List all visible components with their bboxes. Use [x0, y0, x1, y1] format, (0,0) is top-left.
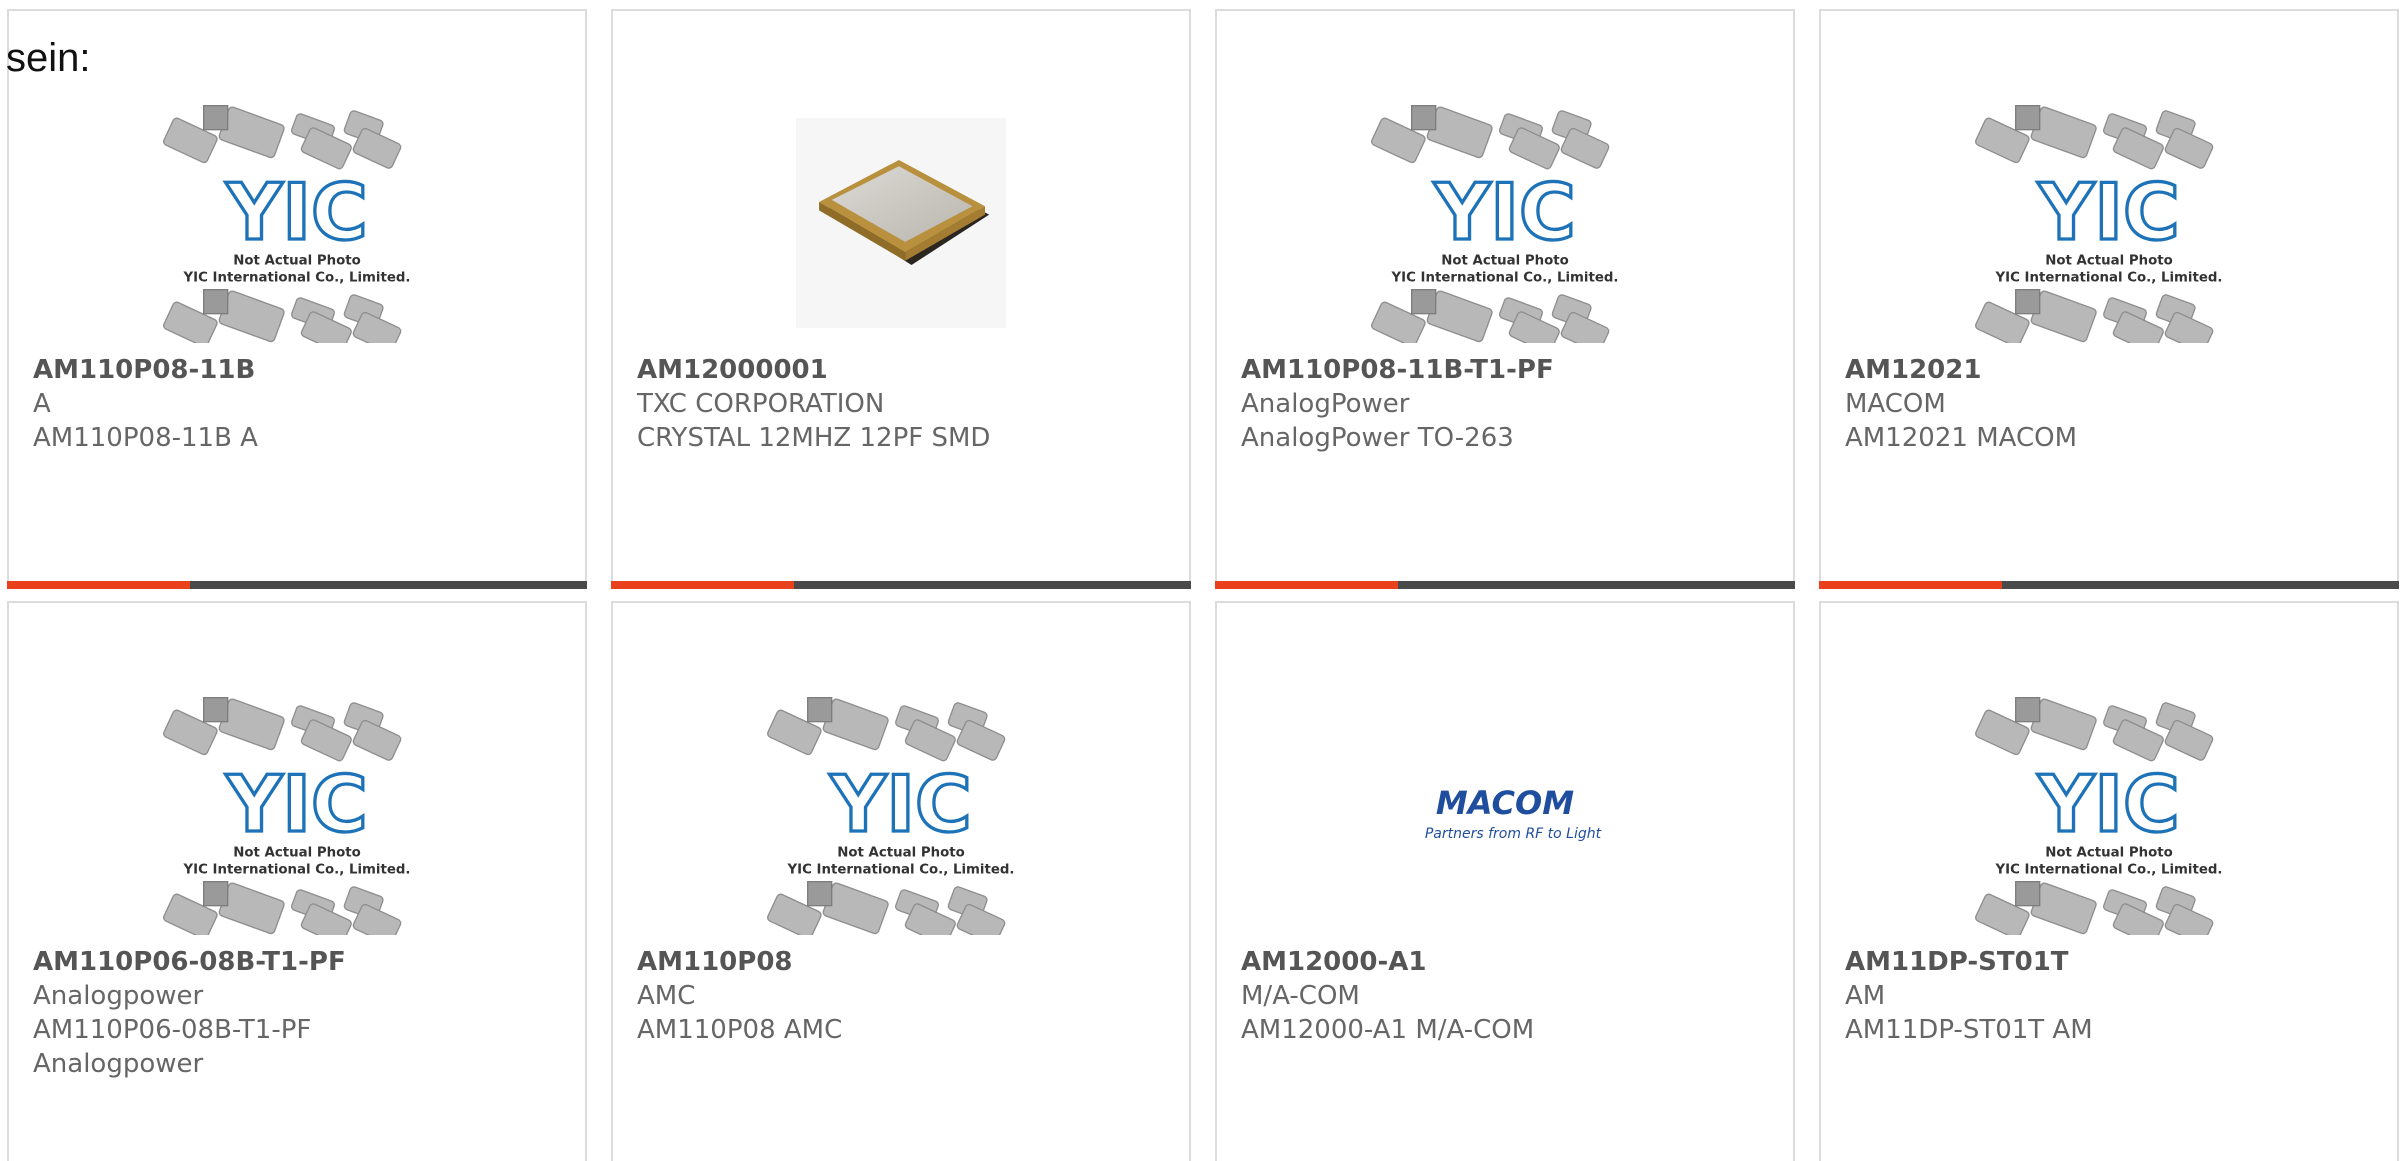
- product-part-number[interactable]: AM12021: [1845, 353, 2381, 387]
- product-description: CRYSTAL 12MHZ 12PF SMD: [637, 423, 991, 453]
- yic-company-label: YIC International Co., Limited.: [1391, 271, 1619, 286]
- bar-dark-segment: [794, 581, 1191, 589]
- not-actual-photo-label: Not Actual Photo: [233, 253, 361, 268]
- product-info: AM110P08 AMC AM110P08 AMC: [637, 945, 1173, 1047]
- product-manufacturer: M/A-COM: [1241, 981, 1360, 1011]
- crystal-photo: [796, 118, 1006, 328]
- product-image[interactable]: YIC Not Actual Photo YIC International Co.…: [1821, 685, 2397, 945]
- header-text: sein:: [6, 36, 91, 80]
- not-actual-photo-image: YICNot Actual Photo YIC International Co.…: [1371, 105, 1619, 343]
- bar-dark-segment: [1398, 581, 1795, 589]
- product-manufacturer: AM: [1845, 981, 1886, 1011]
- bar-accent-segment: [7, 581, 190, 589]
- product-manufacturer: AnalogPower: [1241, 389, 1410, 419]
- svg-text:MACOM: MACOM: [1436, 784, 1574, 822]
- product-manufacturer: AMC: [637, 981, 696, 1011]
- yic-company-label: YIC International Co., Limited.: [787, 863, 1015, 878]
- product-image[interactable]: YIC Not Actual Photo YIC International Co.…: [1217, 93, 1793, 353]
- product-image[interactable]: YIC Not Actual Photo YIC International Co.…: [9, 93, 585, 353]
- product-card[interactable]: YIC Not Actual Photo YIC International Co.…: [1819, 9, 2399, 589]
- yic-logo: YIC: [829, 760, 972, 850]
- product-manufacturer: MACOM: [1845, 389, 1946, 419]
- product-part-number[interactable]: AM110P08-11B: [33, 353, 569, 387]
- product-description-extra: Analogpower: [33, 1049, 204, 1079]
- product-info: AM12021 MACOM AM12021 MACOM: [1845, 353, 2381, 455]
- product-info: AM12000-A1 M/A-COM AM12000-A1 M/A-COM: [1241, 945, 1777, 1047]
- product-image[interactable]: YIC Not Actual Photo YIC International Co.…: [1821, 93, 2397, 353]
- bar-dark-segment: [190, 581, 587, 589]
- product-info: AM110P08-11B-T1-PF AnalogPower AnalogPower…: [1241, 353, 1777, 455]
- card-bottom-bar: [1215, 581, 1795, 589]
- product-part-number[interactable]: AM110P08: [637, 945, 1173, 979]
- product-grid-page: sein: YIC Not Actual Photo YIC Internation…: [0, 0, 2400, 1161]
- yic-company-label: YIC International Co., Limited.: [1995, 863, 2223, 878]
- product-image[interactable]: MACOM Partners from RF to Light: [1217, 685, 1793, 945]
- product-image[interactable]: YIC Not Actual Photo YIC International Co.…: [9, 685, 585, 945]
- card-bottom-bar: [7, 581, 587, 589]
- yic-company-label: YIC International Co., Limited.: [1995, 271, 2223, 286]
- not-actual-photo-image: YICNot Actual Photo YIC International Co.…: [1975, 105, 2223, 343]
- product-part-number[interactable]: AM11DP-ST01T: [1845, 945, 2381, 979]
- not-actual-photo-image: YICNot Actual Photo YIC International Co.…: [767, 697, 1015, 935]
- product-manufacturer: Analogpower: [33, 981, 204, 1011]
- product-card[interactable]: YIC Not Actual Photo YIC International Co.…: [7, 601, 587, 1161]
- yic-company-label: YIC International Co., Limited.: [183, 271, 411, 286]
- product-card[interactable]: AM12000001 TXC CORPORATION CRYSTAL 12MHZ 1…: [611, 9, 1191, 589]
- product-description: AnalogPower TO-263: [1241, 423, 1514, 453]
- product-card[interactable]: YIC Not Actual Photo YIC International Co.…: [1215, 9, 1795, 589]
- product-description: AM110P06-08B-T1-PF: [33, 1015, 312, 1045]
- product-info: AM11DP-ST01T AM AM11DP-ST01T AM: [1845, 945, 2381, 1047]
- product-info: AM110P06-08B-T1-PF Analogpower AM110P06-08…: [33, 945, 569, 1081]
- not-actual-photo-label: Not Actual Photo: [2045, 253, 2173, 268]
- yic-logo: YIC: [225, 168, 368, 258]
- product-card[interactable]: MACOM Partners from RF to Light AM12000-A1…: [1215, 601, 1795, 1161]
- product-description: AM110P08 AMC: [637, 1015, 843, 1045]
- product-part-number[interactable]: AM12000001: [637, 353, 1173, 387]
- product-card[interactable]: YIC Not Actual Photo YIC International Co.…: [7, 9, 587, 589]
- product-info: AM110P08-11B A AM110P08-11B A: [33, 353, 569, 455]
- macom-logo: MACOM Partners from RF to Light: [1425, 784, 1602, 842]
- product-part-number[interactable]: AM12000-A1: [1241, 945, 1777, 979]
- yic-logo: YIC: [2037, 760, 2180, 850]
- not-actual-photo-label: Not Actual Photo: [1441, 253, 1569, 268]
- bar-accent-segment: [611, 581, 794, 589]
- product-card[interactable]: YIC Not Actual Photo YIC International Co.…: [611, 601, 1191, 1161]
- product-description: AM110P08-11B A: [33, 423, 258, 453]
- not-actual-photo-image: YICNot Actual Photo YIC International Co.…: [163, 105, 411, 343]
- yic-logo: YIC: [1433, 168, 1576, 258]
- card-bottom-bar: [1819, 581, 2399, 589]
- yic-logo: YIC: [225, 760, 368, 850]
- product-manufacturer: A: [33, 389, 51, 419]
- product-part-number[interactable]: AM110P08-11B-T1-PF: [1241, 353, 1777, 387]
- svg-text:Partners from RF to Light: Partners from RF to Light: [1425, 826, 1602, 842]
- bar-accent-segment: [1215, 581, 1398, 589]
- yic-company-label: YIC International Co., Limited.: [183, 863, 411, 878]
- product-info: AM12000001 TXC CORPORATION CRYSTAL 12MHZ 1…: [637, 353, 1173, 455]
- yic-logo: YIC: [2037, 168, 2180, 258]
- bar-dark-segment: [2002, 581, 2399, 589]
- product-description: AM11DP-ST01T AM: [1845, 1015, 2093, 1045]
- product-grid: YIC Not Actual Photo YIC International Co.…: [7, 9, 2399, 1161]
- bar-accent-segment: [1819, 581, 2002, 589]
- product-description: AM12021 MACOM: [1845, 423, 2078, 453]
- not-actual-photo-label: Not Actual Photo: [2045, 845, 2173, 860]
- not-actual-photo-image: YICNot Actual Photo YIC International Co.…: [163, 697, 411, 935]
- product-part-number[interactable]: AM110P06-08B-T1-PF: [33, 945, 569, 979]
- card-bottom-bar: [611, 581, 1191, 589]
- product-image[interactable]: YIC Not Actual Photo YIC International Co.…: [613, 685, 1189, 945]
- not-actual-photo-label: Not Actual Photo: [837, 845, 965, 860]
- product-image[interactable]: [613, 93, 1189, 353]
- product-card[interactable]: YIC Not Actual Photo YIC International Co.…: [1819, 601, 2399, 1161]
- product-manufacturer: TXC CORPORATION: [637, 389, 885, 419]
- not-actual-photo-image: YICNot Actual Photo YIC International Co.…: [1975, 697, 2223, 935]
- product-description: AM12000-A1 M/A-COM: [1241, 1015, 1535, 1045]
- not-actual-photo-label: Not Actual Photo: [233, 845, 361, 860]
